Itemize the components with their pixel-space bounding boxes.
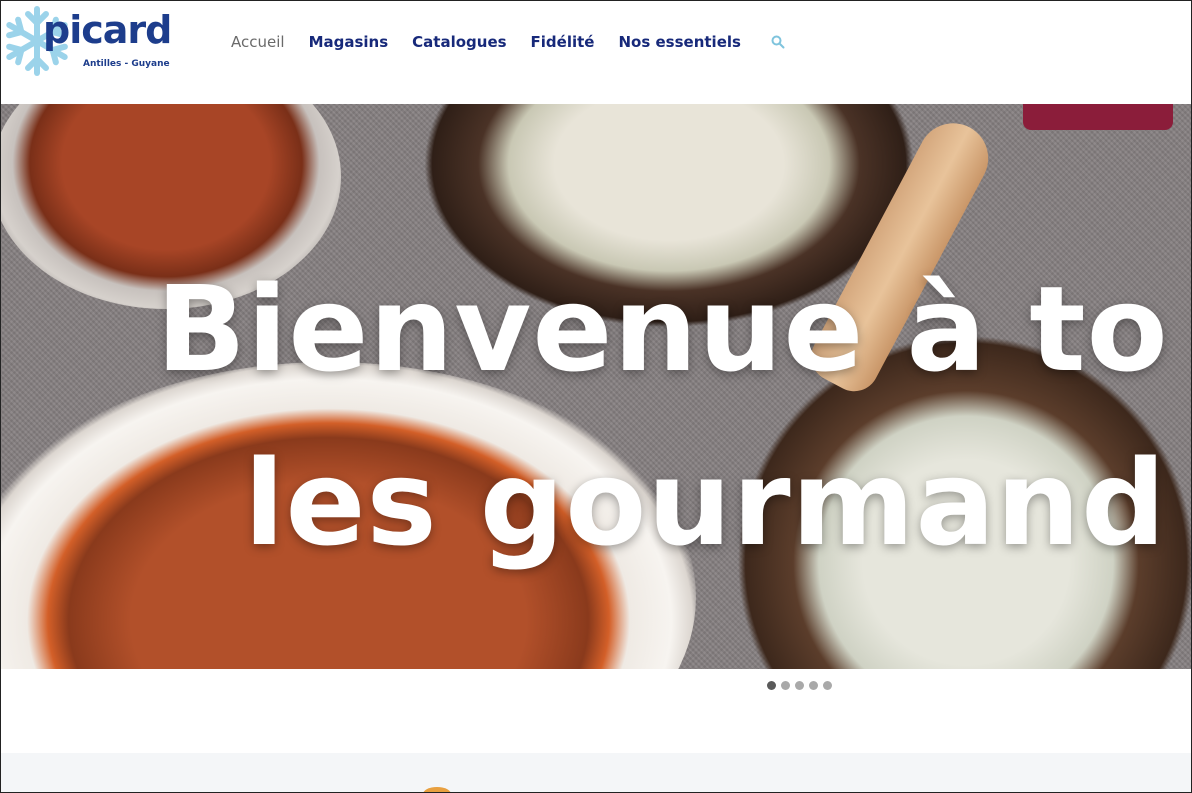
nav-item-nos-essentiels[interactable]: Nos essentiels	[618, 33, 740, 51]
carousel-dot-2[interactable]	[781, 681, 790, 690]
nav-item-magasins[interactable]: Magasins	[309, 33, 389, 51]
hero-title: Bienvenue à to les gourmand	[156, 242, 1191, 590]
hero-title-line-2: les gourmand	[244, 434, 1167, 572]
main-nav: Accueil Magasins Catalogues Fidélité Nos…	[231, 31, 785, 53]
hero-carousel-slide[interactable]: Bienvenue à to les gourmand	[1, 104, 1191, 669]
nav-item-fidelite[interactable]: Fidélité	[531, 33, 595, 51]
search-button[interactable]	[771, 35, 785, 49]
next-section	[1, 753, 1191, 792]
carousel-dot-1[interactable]	[767, 681, 776, 690]
nav-item-accueil[interactable]: Accueil	[231, 33, 285, 51]
nav-item-catalogues[interactable]: Catalogues	[412, 33, 506, 51]
section-decoration	[423, 787, 451, 792]
carousel-dot-4[interactable]	[809, 681, 818, 690]
page: picard Antilles - Guyane Accueil Magasin…	[0, 0, 1192, 793]
brand-name: picard	[43, 8, 172, 52]
carousel-dot-3[interactable]	[795, 681, 804, 690]
search-icon	[771, 35, 785, 49]
carousel-pagination	[767, 681, 832, 690]
carousel-dot-5[interactable]	[823, 681, 832, 690]
hero-title-line-1: Bienvenue à to	[156, 260, 1169, 398]
tablecloth-corner	[1023, 104, 1173, 130]
brand-region: Antilles - Guyane	[83, 59, 170, 69]
site-header: picard Antilles - Guyane Accueil Magasin…	[1, 1, 1191, 104]
brand-logo[interactable]: picard Antilles - Guyane	[1, 1, 191, 81]
